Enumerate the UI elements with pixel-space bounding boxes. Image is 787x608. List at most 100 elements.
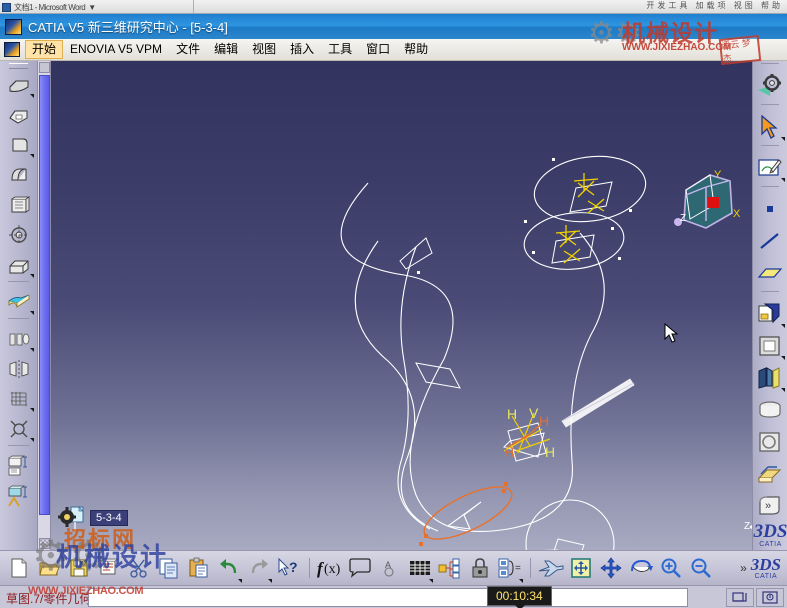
catia-menu-icon[interactable] bbox=[4, 42, 20, 57]
extrude-surface-button[interactable] bbox=[754, 298, 786, 330]
chevron-down-icon[interactable] bbox=[238, 579, 242, 583]
cut-button[interactable] bbox=[124, 552, 154, 584]
chevron-down-icon[interactable] bbox=[29, 154, 34, 158]
menu-item-view[interactable]: 视图 bbox=[245, 40, 283, 59]
copy-button[interactable] bbox=[154, 552, 184, 584]
design-table-button[interactable] bbox=[405, 552, 435, 584]
rib-button[interactable] bbox=[2, 160, 36, 190]
toolbar-overflow-button[interactable]: » bbox=[765, 500, 771, 512]
background-window-strip: 文档1 - Microsoft Word ▼ 开发工具 加载项 视图 帮助 bbox=[0, 0, 787, 14]
mirror-button[interactable] bbox=[2, 354, 36, 384]
status-input-field[interactable] bbox=[88, 588, 688, 607]
3d-viewport[interactable]: Y X Z H V H H H Z bbox=[38, 61, 752, 550]
redo-button[interactable] bbox=[244, 552, 274, 584]
right-toolbar: » 3DS CATIA bbox=[752, 61, 787, 550]
line-button[interactable] bbox=[754, 225, 786, 257]
menu-item-enovia[interactable]: ENOVIA V5 VPM bbox=[63, 40, 169, 59]
graph-tree-button[interactable] bbox=[435, 552, 465, 584]
pattern-button[interactable] bbox=[2, 324, 36, 354]
pocket-button[interactable] bbox=[2, 100, 36, 130]
spec-tree-node[interactable]: 5-3-4 bbox=[58, 505, 128, 531]
measure-item-button[interactable] bbox=[2, 451, 36, 481]
point-button[interactable] bbox=[754, 193, 786, 225]
chevron-down-icon[interactable] bbox=[29, 438, 34, 442]
rect-pattern-button[interactable] bbox=[2, 384, 36, 414]
chevron-down-icon[interactable] bbox=[781, 356, 785, 360]
chevron-down-icon[interactable] bbox=[781, 324, 785, 328]
sketcher-button[interactable] bbox=[754, 152, 786, 184]
constraint-h-1: H bbox=[507, 406, 517, 422]
undo-icon bbox=[220, 559, 237, 574]
menu-item-file[interactable]: 文件 bbox=[169, 40, 207, 59]
menu-item-edit[interactable]: 编辑 bbox=[207, 40, 245, 59]
measure-between-button[interactable] bbox=[2, 481, 36, 511]
fly-mode-button[interactable] bbox=[536, 552, 566, 584]
chevron-down-icon[interactable] bbox=[29, 311, 34, 315]
quick-print-button[interactable] bbox=[94, 552, 124, 584]
chevron-down-icon[interactable] bbox=[781, 137, 785, 141]
shaft-button[interactable] bbox=[2, 130, 36, 160]
power-input-icon[interactable] bbox=[756, 588, 784, 607]
zoom-out-button[interactable] bbox=[686, 552, 716, 584]
chevron-down-icon[interactable] bbox=[29, 408, 34, 412]
hole-button[interactable] bbox=[2, 220, 36, 250]
new-document-button[interactable] bbox=[4, 552, 34, 584]
toolbar-separator bbox=[8, 318, 29, 323]
menu-item-start[interactable]: 开始 bbox=[25, 40, 64, 59]
comment-button[interactable] bbox=[345, 552, 375, 584]
sew-surface-button[interactable] bbox=[754, 458, 786, 490]
whats-this-icon: ? bbox=[278, 557, 298, 576]
bottom-toolbar: ? f (x) A = » 3DS CATIA bbox=[0, 550, 787, 585]
pad-button[interactable] bbox=[2, 70, 36, 100]
window-status-icon[interactable] bbox=[726, 588, 754, 607]
save-button[interactable] bbox=[64, 552, 94, 584]
toolbar-grip[interactable] bbox=[9, 63, 28, 69]
pattern-icon bbox=[9, 333, 29, 346]
workbench-button[interactable] bbox=[754, 70, 786, 102]
catia-logo-ds: 3DS bbox=[753, 521, 787, 542]
lock-button[interactable] bbox=[465, 552, 495, 584]
zoom-in-button[interactable] bbox=[656, 552, 686, 584]
left-toolbar bbox=[0, 61, 38, 550]
menu-item-window[interactable]: 窗口 bbox=[359, 40, 397, 59]
knowledge-button[interactable]: = bbox=[495, 552, 525, 584]
menu-item-help[interactable]: 帮助 bbox=[397, 40, 435, 59]
chevron-down-icon[interactable] bbox=[29, 94, 34, 98]
menu-item-insert[interactable]: 插入 bbox=[283, 40, 321, 59]
chevron-down-icon[interactable] bbox=[429, 579, 433, 583]
lock-icon bbox=[472, 558, 488, 578]
menu-item-tools[interactable]: 工具 bbox=[321, 40, 359, 59]
select-button[interactable] bbox=[754, 111, 786, 143]
menubar: 开始 ENOVIA V5 VPM 文件 编辑 视图 插入 工具 窗口 帮助 bbox=[0, 39, 787, 61]
chevron-down-icon[interactable] bbox=[781, 178, 785, 182]
geometry-canvas[interactable]: Y X Z H V H H H Z bbox=[38, 61, 752, 550]
plane-button[interactable] bbox=[754, 257, 786, 289]
table-icon bbox=[410, 561, 430, 575]
toolbar-overflow-button[interactable]: » bbox=[740, 561, 747, 575]
close-surface-button[interactable] bbox=[754, 426, 786, 458]
transform-button[interactable] bbox=[2, 414, 36, 444]
chevron-down-icon[interactable] bbox=[29, 274, 34, 278]
pan-button[interactable] bbox=[596, 552, 626, 584]
annotation-button[interactable]: A bbox=[375, 552, 405, 584]
spec-tree-label[interactable]: 5-3-4 bbox=[90, 510, 128, 526]
apply-material-button[interactable] bbox=[2, 287, 36, 317]
undo-button[interactable] bbox=[214, 552, 244, 584]
sketcher-icon bbox=[758, 159, 782, 176]
shell-button[interactable] bbox=[2, 250, 36, 280]
chevron-down-icon[interactable] bbox=[781, 388, 785, 392]
formula-button[interactable]: f (x) bbox=[315, 552, 345, 584]
chevron-down-icon[interactable] bbox=[268, 579, 272, 583]
split-button[interactable] bbox=[754, 362, 786, 394]
open-document-button[interactable] bbox=[34, 552, 64, 584]
thick-surface-button[interactable] bbox=[754, 394, 786, 426]
fit-all-button[interactable] bbox=[566, 552, 596, 584]
stiffener-button[interactable] bbox=[2, 190, 36, 220]
rotate-button[interactable] bbox=[626, 552, 656, 584]
paste-button[interactable] bbox=[184, 552, 214, 584]
fill-surface-button[interactable] bbox=[754, 330, 786, 362]
chevron-down-icon[interactable] bbox=[29, 348, 34, 352]
spline-curve-left bbox=[354, 240, 439, 532]
whats-this-button[interactable]: ? bbox=[274, 552, 304, 584]
chevron-down-icon[interactable] bbox=[519, 579, 523, 583]
